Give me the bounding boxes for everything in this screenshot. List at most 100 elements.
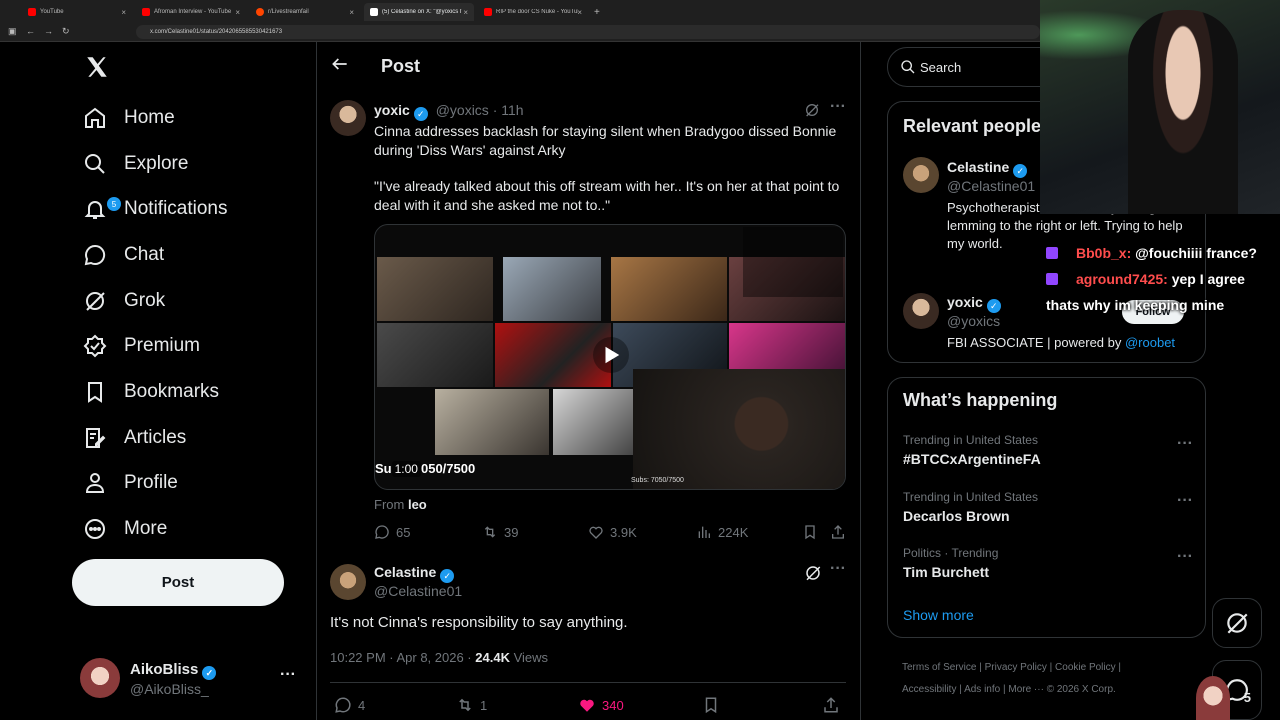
nav-label: Profile — [124, 472, 178, 493]
post-more-icon[interactable]: ··· — [830, 98, 846, 116]
person-name[interactable]: Celastine — [947, 159, 1009, 175]
new-tab-button[interactable]: + — [588, 3, 604, 21]
forward-icon[interactable]: → — [44, 26, 53, 36]
post-more-icon[interactable]: ··· — [830, 560, 846, 578]
reply-icon — [375, 525, 389, 539]
nav-label: More — [124, 518, 168, 539]
overlay-subs: 050/7500 — [420, 461, 476, 476]
reply-button[interactable]: 65 — [374, 524, 410, 540]
repost-icon — [484, 526, 496, 538]
nav-label: Grok — [124, 290, 166, 311]
trend-more-icon[interactable]: ··· — [1177, 492, 1193, 510]
like-button[interactable]: 340 — [578, 696, 624, 714]
sidebar-toggle-icon[interactable]: ▣ — [8, 26, 17, 37]
like-button[interactable]: 3.9K — [588, 524, 637, 540]
nav-item-grok[interactable]: Grok — [72, 281, 165, 321]
browser-tab-celastine[interactable]: (5) Celastine on X: "@yoxics It's × — [364, 3, 474, 21]
nav-item-notifications[interactable]: 5 Notifications — [72, 189, 228, 229]
repost-button[interactable]: 1 — [456, 696, 487, 714]
author-handle[interactable]: @Celastine01 — [374, 583, 462, 599]
browser-tab-afroman[interactable]: Afroman Interview - YouTube × — [136, 3, 246, 21]
nav-item-home[interactable]: Home — [72, 98, 175, 138]
account-switcher[interactable]: AikoBliss ✓ @AikoBliss_ ··· — [80, 654, 304, 702]
reload-icon[interactable]: ↻ — [62, 26, 70, 37]
trend-more-icon[interactable]: ··· — [1177, 548, 1193, 566]
repost-button[interactable]: 39 — [482, 524, 518, 540]
close-tab-icon[interactable]: × — [121, 8, 126, 17]
show-more-link[interactable]: Show more — [903, 607, 974, 623]
yoxic-avatar[interactable] — [903, 293, 939, 329]
search-icon — [900, 59, 916, 80]
close-tab-icon[interactable]: × — [463, 8, 468, 17]
x-logo-icon[interactable] — [84, 54, 110, 80]
author-name[interactable]: Celastine — [374, 564, 436, 580]
browser-tab-reddit[interactable]: r/Livestreamfail × — [250, 3, 360, 21]
author-name[interactable]: yoxic — [374, 102, 410, 118]
footer-link[interactable]: More ··· — [1008, 684, 1044, 695]
yoxic-avatar[interactable] — [330, 100, 366, 136]
nav-item-premium[interactable]: Premium — [72, 326, 200, 366]
person-handle[interactable]: @yoxics — [947, 313, 1000, 329]
source-name[interactable]: leo — [408, 497, 427, 512]
grok-icon — [83, 289, 107, 313]
share-icon[interactable] — [822, 696, 840, 719]
parent-post[interactable]: yoxic ✓ @yoxics · 11h ··· Cinna addresses… — [316, 94, 860, 544]
footer-link[interactable]: Accessibility — [902, 684, 956, 695]
bell-icon: 5 — [83, 197, 121, 221]
nav-item-profile[interactable]: Profile — [72, 463, 178, 503]
account-menu-icon[interactable]: ··· — [280, 666, 296, 684]
post-button[interactable]: Post — [72, 559, 284, 606]
author-handle[interactable]: @yoxics — [436, 102, 489, 118]
close-tab-icon[interactable]: × — [349, 8, 354, 17]
celastine-avatar[interactable] — [330, 564, 366, 600]
account-handle: @AikoBliss_ — [130, 681, 209, 697]
browser-tab-rip-door[interactable]: RIP the door CS Nuke - YouTub × — [478, 3, 588, 21]
post-text: Cinna addresses backlash for staying sil… — [374, 123, 837, 158]
celastine-avatar[interactable] — [903, 157, 939, 193]
divider — [330, 682, 846, 683]
footer-link[interactable]: Ads info — [964, 684, 1000, 695]
footer-link[interactable]: Privacy Policy — [985, 662, 1047, 673]
address-bar[interactable]: x.com/Celastine01/status/204206558553042… — [136, 25, 1040, 39]
bio-link[interactable]: @roobet — [1125, 335, 1175, 350]
chat-icon — [83, 243, 107, 267]
post-timestamp[interactable]: 10:22 PM · Apr 8, 2026 · — [330, 650, 472, 665]
trend-context: Trending in United States — [903, 490, 1038, 504]
footer-link[interactable]: Cookie Policy — [1055, 662, 1116, 673]
nav-item-articles[interactable]: Articles — [72, 418, 186, 458]
post-time[interactable]: · 11h — [493, 102, 524, 118]
close-tab-icon[interactable]: × — [577, 8, 582, 17]
share-icon[interactable] — [830, 524, 846, 545]
post-text: It's not Cinna's responsibility to say a… — [330, 614, 628, 631]
repost-count: 1 — [480, 697, 488, 713]
nav-item-chat[interactable]: Chat — [72, 235, 164, 275]
bookmark-icon[interactable] — [702, 696, 720, 719]
trend-item[interactable]: Trending in United States Decarlos Brown… — [903, 490, 1193, 530]
person-name[interactable]: yoxic — [947, 294, 983, 310]
trend-item[interactable]: Trending in United States #BTCCxArgentin… — [903, 433, 1193, 473]
video-player[interactable]: Su 1:00 050/7500 Subs: 7050/7500 — [374, 224, 846, 490]
reply-icon — [335, 697, 351, 713]
grok-icon[interactable] — [804, 564, 822, 587]
post-quote-text: "I've already talked about this off stre… — [374, 178, 840, 213]
footer-link[interactable]: Terms of Service — [902, 662, 976, 673]
browser-tab-youtube[interactable]: YouTube × — [22, 3, 132, 21]
views-button[interactable]: 224K — [696, 524, 748, 540]
trend-more-icon[interactable]: ··· — [1177, 435, 1193, 453]
play-button-icon[interactable] — [593, 337, 629, 373]
back-icon[interactable]: ← — [26, 26, 35, 36]
chat-username: Bb0b_x: — [1076, 245, 1132, 261]
reply-button[interactable]: 4 — [334, 696, 365, 714]
nav-item-bookmarks[interactable]: Bookmarks — [72, 372, 219, 412]
grok-floating-button[interactable] — [1212, 598, 1262, 648]
person-handle[interactable]: @Celastine01 — [947, 178, 1035, 194]
nav-label: Home — [124, 107, 175, 128]
bookmark-icon[interactable] — [802, 524, 818, 545]
nav-item-explore[interactable]: Explore — [72, 144, 188, 184]
back-arrow-icon[interactable] — [330, 54, 350, 79]
close-tab-icon[interactable]: × — [235, 8, 240, 17]
nav-label: Chat — [124, 244, 165, 265]
trend-item[interactable]: Politics · Trending Tim Burchett ··· — [903, 546, 1193, 586]
grok-icon[interactable] — [804, 102, 820, 123]
nav-item-more[interactable]: More — [72, 509, 167, 549]
